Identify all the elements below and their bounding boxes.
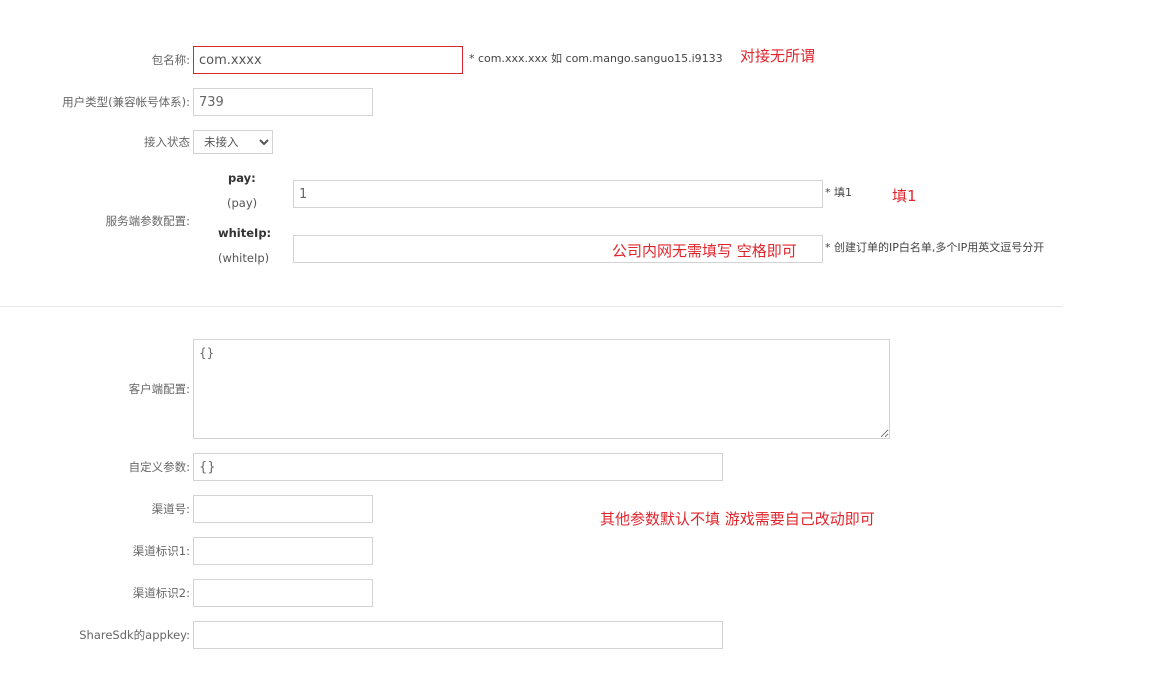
client-config-textarea[interactable]: {}	[193, 339, 890, 439]
user-type-input[interactable]	[193, 88, 373, 116]
sharesdk-appkey-label: ShareSdk的appkey:	[79, 628, 190, 642]
channel-no-label: 渠道号:	[151, 502, 190, 516]
package-name-label: 包名称:	[151, 53, 190, 67]
pay-hint: * 填1	[825, 186, 852, 199]
channel-id1-label: 渠道标识1:	[132, 544, 190, 558]
custom-params-input[interactable]	[193, 453, 723, 481]
whiteip-param-sub: (whiteIp)	[218, 251, 270, 265]
pay-param-sub: (pay)	[227, 196, 258, 210]
user-type-label: 用户类型(兼容帐号体系):	[62, 95, 190, 109]
custom-params-label: 自定义参数:	[128, 460, 190, 474]
pay-input[interactable]	[293, 180, 823, 208]
channel-id1-input[interactable]	[193, 537, 373, 565]
pay-param-name: pay:	[228, 171, 256, 185]
access-status-select[interactable]: 未接入	[193, 130, 273, 154]
sharesdk-appkey-input[interactable]	[193, 621, 723, 649]
channel-no-input[interactable]	[193, 495, 373, 523]
client-config-label: 客户端配置:	[128, 382, 190, 396]
whiteip-param-name: whiteIp:	[218, 226, 272, 240]
package-annotation: 对接无所谓	[740, 47, 816, 65]
channel-id2-label: 渠道标识2:	[132, 586, 190, 600]
whiteip-annotation: 公司内网无需填写 空格即可	[612, 242, 797, 260]
package-name-input[interactable]	[193, 46, 463, 74]
other-params-annotation: 其他参数默认不填 游戏需要自己改动即可	[600, 510, 875, 528]
pay-annotation: 填1	[892, 187, 917, 205]
access-status-label: 接入状态	[144, 135, 190, 149]
section-divider	[0, 306, 1063, 307]
server-config-label: 服务端参数配置:	[105, 214, 190, 228]
whiteip-hint: * 创建订单的IP白名单,多个IP用英文逗号分开	[825, 241, 1045, 254]
channel-id2-input[interactable]	[193, 579, 373, 607]
package-name-hint: * com.xxx.xxx 如 com.mango.sanguo15.i9133	[469, 52, 723, 65]
